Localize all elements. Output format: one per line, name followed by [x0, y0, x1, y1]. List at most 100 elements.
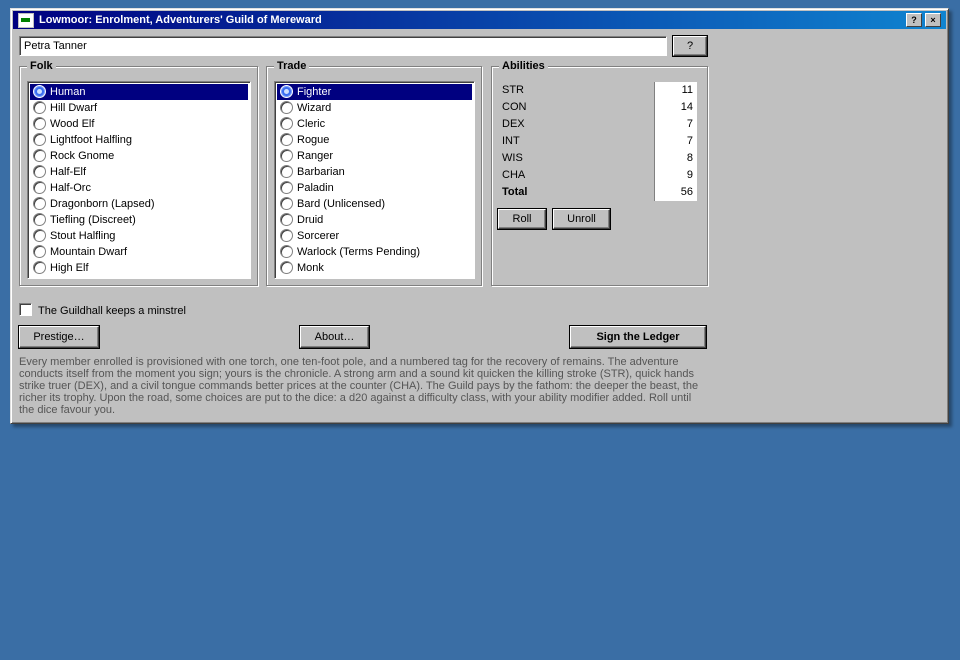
folk-option[interactable]: Tiefling (Discreet)	[30, 212, 248, 228]
folk-option[interactable]: Mountain Dwarf	[30, 244, 248, 260]
radio-icon[interactable]	[33, 117, 46, 130]
radio-icon[interactable]	[33, 101, 46, 114]
folk-option-label: Tiefling (Discreet)	[50, 214, 136, 226]
about-button[interactable]: About…	[300, 326, 369, 348]
abilities-group-label: Abilities	[499, 60, 548, 72]
prestige-button[interactable]: Prestige…	[19, 326, 99, 348]
ability-name: CHA	[502, 169, 526, 181]
radio-icon[interactable]	[33, 85, 46, 98]
trade-option-label: Sorcerer	[297, 230, 340, 242]
folk-option-label: Dragonborn (Lapsed)	[50, 198, 155, 210]
radio-icon[interactable]	[280, 229, 293, 242]
help-button[interactable]: ?	[673, 36, 707, 56]
trade-option[interactable]: Warlock (Terms Pending)	[277, 244, 472, 260]
window-title: Lowmoor: Enrolment, Adventurers' Guild o…	[39, 14, 322, 26]
radio-icon[interactable]	[280, 149, 293, 162]
folk-option-label: Human	[50, 86, 86, 98]
unroll-button[interactable]: Unroll	[553, 209, 610, 229]
radio-icon[interactable]	[33, 245, 46, 258]
ability-name: STR	[502, 84, 524, 96]
radio-icon[interactable]	[280, 133, 293, 146]
radio-icon[interactable]	[33, 181, 46, 194]
ability-value: 14	[654, 99, 697, 116]
roll-button[interactable]: Roll	[498, 209, 546, 229]
trade-option[interactable]: Bard (Unlicensed)	[277, 196, 472, 212]
ability-value: 8	[654, 150, 697, 167]
trade-option[interactable]: Monk	[277, 260, 472, 276]
trade-group-label: Trade	[274, 60, 310, 72]
folk-option[interactable]: Stout Halfling	[30, 228, 248, 244]
radio-icon[interactable]	[33, 149, 46, 162]
radio-icon[interactable]	[280, 213, 293, 226]
trade-option[interactable]: Ranger	[277, 148, 472, 164]
trade-option-label: Fighter	[297, 86, 332, 98]
radio-icon[interactable]	[280, 197, 293, 210]
trade-option[interactable]: Cleric	[277, 116, 472, 132]
trade-listbox[interactable]: Fighter Wizard Cleric Rogue Ranger Barbarian P…	[274, 81, 475, 279]
radio-icon[interactable]	[280, 117, 293, 130]
trade-option[interactable]: Rogue	[277, 132, 472, 148]
ability-row: WIS 8	[502, 150, 697, 167]
folk-option[interactable]: Hill Dwarf	[30, 100, 248, 116]
trade-option-label: Wizard	[297, 102, 332, 114]
ability-name: DEX	[502, 118, 525, 130]
trade-option[interactable]: Sorcerer	[277, 228, 472, 244]
folk-option[interactable]: High Elf	[30, 260, 248, 276]
trade-option[interactable]: Wizard	[277, 100, 472, 116]
trade-option[interactable]: Barbarian	[277, 164, 472, 180]
sign-ledger-button[interactable]: Sign the Ledger	[570, 326, 706, 348]
trade-option-label: Paladin	[297, 182, 334, 194]
radio-icon[interactable]	[33, 261, 46, 274]
folk-option[interactable]: Half-Orc	[30, 180, 248, 196]
app-icon	[18, 13, 34, 28]
ability-name: Total	[502, 186, 528, 198]
trade-option-label: Warlock (Terms Pending)	[297, 246, 421, 258]
trade-option[interactable]: Fighter	[277, 84, 472, 100]
folk-option-label: Wood Elf	[50, 118, 95, 130]
ability-name: WIS	[502, 152, 523, 164]
folk-option[interactable]: Human	[30, 84, 248, 100]
folk-option[interactable]: Dragonborn (Lapsed)	[30, 196, 248, 212]
radio-icon[interactable]	[33, 213, 46, 226]
folk-option-label: Lightfoot Halfling	[50, 134, 132, 146]
radio-icon[interactable]	[280, 245, 293, 258]
folk-option[interactable]: Rock Gnome	[30, 148, 248, 164]
trade-option[interactable]: Druid	[277, 212, 472, 228]
character-name-input[interactable]: Petra Tanner	[19, 36, 667, 56]
enrolment-window: Lowmoor: Enrolment, Adventurers' Guild o…	[10, 8, 949, 424]
radio-icon[interactable]	[33, 133, 46, 146]
ability-name: INT	[502, 135, 520, 147]
folk-listbox[interactable]: Human Hill Dwarf Wood Elf Lightfoot Halflin…	[27, 81, 251, 279]
radio-icon[interactable]	[280, 101, 293, 114]
radio-icon[interactable]	[280, 261, 293, 274]
folk-option-label: Half-Elf	[50, 166, 87, 178]
minstrel-checkbox-label[interactable]: The Guildhall keeps a minstrel	[38, 304, 186, 318]
radio-icon[interactable]	[33, 197, 46, 210]
minstrel-checkbox[interactable]	[19, 303, 32, 316]
ability-row: STR 11	[502, 82, 697, 99]
folk-option[interactable]: Lightfoot Halfling	[30, 132, 248, 148]
folk-option[interactable]: Wood Elf	[30, 116, 248, 132]
trade-option-label: Rogue	[297, 134, 330, 146]
folk-option-label: Half-Orc	[50, 182, 91, 194]
radio-icon[interactable]	[280, 165, 293, 178]
title-bar[interactable]: Lowmoor: Enrolment, Adventurers' Guild o…	[13, 11, 946, 29]
enrolment-footnote: Every member enrolled is provisioned wit…	[19, 356, 699, 416]
folk-option[interactable]: Half-Elf	[30, 164, 248, 180]
folk-option-label: Stout Halfling	[50, 230, 116, 242]
radio-icon[interactable]	[33, 165, 46, 178]
trade-option[interactable]: Paladin	[277, 180, 472, 196]
folk-option-label: Mountain Dwarf	[50, 246, 128, 258]
radio-icon[interactable]	[33, 229, 46, 242]
ability-row: CHA 9	[502, 167, 697, 184]
radio-icon[interactable]	[280, 181, 293, 194]
close-button[interactable]: ×	[925, 13, 941, 27]
ability-value: 56	[654, 184, 697, 201]
folk-group-label: Folk	[27, 60, 56, 72]
folk-option-label: Hill Dwarf	[50, 102, 98, 114]
titlebar-help-button[interactable]: ?	[906, 13, 922, 27]
trade-option-label: Barbarian	[297, 166, 345, 178]
abilities-group: Abilities STR 11 CON 14 DEX 7 INT 7 WIS 8 CHA 9 Tota…	[491, 60, 708, 286]
radio-icon[interactable]	[280, 85, 293, 98]
trade-option-label: Ranger	[297, 150, 334, 162]
